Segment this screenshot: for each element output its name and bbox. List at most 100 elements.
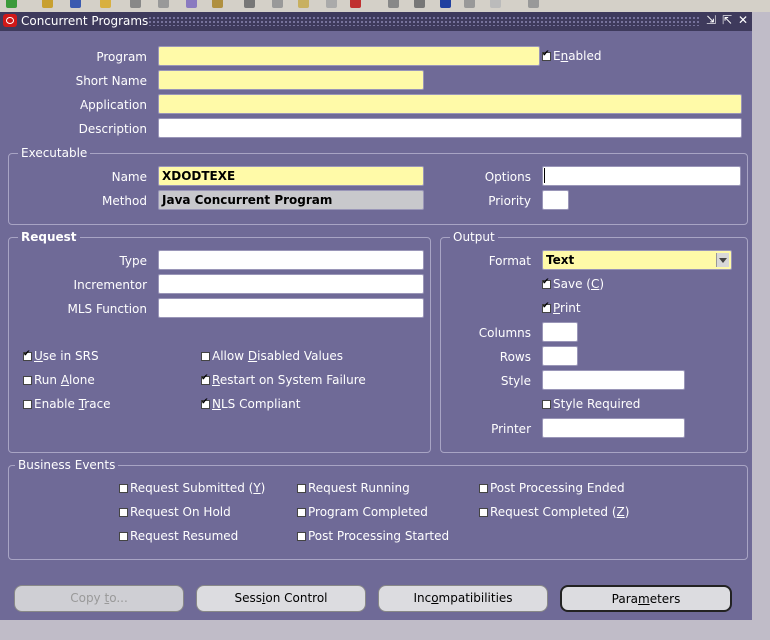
incompatibilities-button[interactable]: Incompatibilities <box>378 585 548 612</box>
cut-icon[interactable] <box>244 0 255 8</box>
event-request-completed-check-icon[interactable] <box>479 507 488 517</box>
rows-field[interactable] <box>542 346 578 366</box>
business-events-group-title: Business Events <box>15 458 119 472</box>
allow-disabled-values-checkbox[interactable]: Allow Disabled Values <box>201 349 343 363</box>
paste-icon[interactable] <box>298 0 309 8</box>
help-icon[interactable] <box>528 0 539 8</box>
restore-icon[interactable]: ⇲ <box>706 13 716 27</box>
restart-on-failure-checkbox[interactable]: Restart on System Failure <box>201 373 366 387</box>
oracle-logo-icon <box>3 14 17 27</box>
text-cursor <box>544 168 545 183</box>
exec-name-field[interactable]: XDODTEXE <box>158 166 424 186</box>
folder-icon[interactable] <box>100 0 111 8</box>
application-field[interactable] <box>158 94 742 114</box>
folder-tools-icon[interactable] <box>490 0 501 8</box>
executable-group <box>8 153 748 225</box>
event-program-completed-check-icon[interactable] <box>297 507 306 517</box>
translations-icon[interactable] <box>440 0 451 8</box>
chevron-down-icon[interactable] <box>716 253 729 267</box>
event-request-on-hold-checkbox[interactable]: Request On Hold <box>119 505 231 519</box>
use-in-srs-checkbox[interactable]: Use in SRS <box>23 349 99 363</box>
event-request-resumed-check-icon[interactable] <box>119 531 128 541</box>
program-field[interactable] <box>158 46 540 66</box>
event-request-running-check-icon[interactable] <box>297 483 306 493</box>
event-post-processing-started-check-icon[interactable] <box>297 531 306 541</box>
format-value: Text <box>546 253 575 267</box>
event-request-resumed-checkbox[interactable]: Request Resumed <box>119 529 238 543</box>
columns-field[interactable] <box>542 322 578 342</box>
style-field[interactable] <box>542 370 685 390</box>
restart-on-failure-check-icon[interactable] <box>201 373 210 385</box>
printer-field[interactable] <box>542 418 685 438</box>
navigator-icon[interactable] <box>70 0 81 8</box>
close-form-icon[interactable] <box>186 0 197 8</box>
event-request-completed-checkbox[interactable]: Request Completed (Z) <box>479 505 629 519</box>
format-select[interactable]: Text <box>542 250 732 270</box>
find-icon[interactable] <box>42 0 53 8</box>
program-label: Program <box>96 50 147 64</box>
zoom-icon[interactable] <box>414 0 425 8</box>
new-record-icon[interactable] <box>6 0 17 8</box>
enable-trace-checkbox[interactable]: Enable Trace <box>23 397 111 411</box>
priority-field[interactable] <box>542 190 569 210</box>
nls-compliant-check-icon[interactable] <box>201 397 210 409</box>
event-program-completed-checkbox[interactable]: Program Completed <box>297 505 428 519</box>
save-icon[interactable] <box>130 0 141 8</box>
print-check-icon[interactable] <box>542 301 551 313</box>
application-label: Application <box>79 98 147 112</box>
parameters-button[interactable]: Parameters <box>560 585 732 612</box>
style-label: Style <box>500 374 531 388</box>
event-post-processing-ended-check-icon[interactable] <box>479 483 488 493</box>
run-alone-checkbox[interactable]: Run Alone <box>23 373 95 387</box>
rows-label: Rows <box>499 350 531 364</box>
close-icon[interactable]: ✕ <box>738 13 748 27</box>
titlebar-drag-area[interactable] <box>148 16 700 26</box>
method-field: Java Concurrent Program <box>158 190 424 210</box>
print-checkbox[interactable]: Print <box>542 301 581 315</box>
session-control-button[interactable]: Session Control <box>196 585 366 612</box>
executable-group-title: Executable <box>18 146 91 160</box>
event-request-submitted-check-icon[interactable] <box>119 483 128 493</box>
event-request-submitted-checkbox[interactable]: Request Submitted (Y) <box>119 481 265 495</box>
columns-label: Columns <box>478 326 531 340</box>
save-checkbox[interactable]: Save (C) <box>542 277 604 291</box>
event-request-running-checkbox[interactable]: Request Running <box>297 481 410 495</box>
maximize-icon[interactable]: ⇱ <box>722 13 732 27</box>
print-icon[interactable] <box>158 0 169 8</box>
enabled-checkbox[interactable]: Enabled <box>542 49 602 63</box>
run-alone-check-icon[interactable] <box>23 375 32 385</box>
attach-icon[interactable] <box>464 0 475 8</box>
event-post-processing-ended-checkbox[interactable]: Post Processing Ended <box>479 481 625 495</box>
type-label: Type <box>119 254 147 268</box>
mls-function-field[interactable] <box>158 298 424 318</box>
attachments-icon[interactable] <box>212 0 223 8</box>
enabled-check-icon[interactable] <box>542 49 551 61</box>
clear-record-icon[interactable] <box>326 0 337 8</box>
incrementor-field[interactable] <box>158 274 424 294</box>
request-group-title: Request <box>18 230 80 244</box>
description-field[interactable] <box>158 118 742 138</box>
short-name-field[interactable] <box>158 70 424 90</box>
method-label: Method <box>101 194 147 208</box>
nls-compliant-checkbox[interactable]: NLS Compliant <box>201 397 300 411</box>
output-group-title: Output <box>450 230 498 244</box>
delete-record-icon[interactable] <box>350 0 361 8</box>
copy-icon[interactable] <box>272 0 283 8</box>
save-check-icon[interactable] <box>542 277 551 289</box>
event-request-on-hold-check-icon[interactable] <box>119 507 128 517</box>
edit-field-icon[interactable] <box>388 0 399 8</box>
copy-to-button[interactable]: Copy to... <box>14 585 184 612</box>
style-required-check-icon[interactable] <box>542 399 551 409</box>
options-field[interactable] <box>542 166 741 186</box>
desktop-background <box>752 12 770 640</box>
use-in-srs-check-icon[interactable] <box>23 349 32 361</box>
allow-disabled-values-check-icon[interactable] <box>201 351 210 361</box>
type-field[interactable] <box>158 250 424 270</box>
printer-label: Printer <box>491 422 531 436</box>
style-required-checkbox[interactable]: Style Required <box>542 397 640 411</box>
event-post-processing-started-checkbox[interactable]: Post Processing Started <box>297 529 449 543</box>
toolbar <box>0 0 770 12</box>
enable-trace-check-icon[interactable] <box>23 399 32 409</box>
description-label: Description <box>78 122 147 136</box>
options-label: Options <box>484 170 531 184</box>
